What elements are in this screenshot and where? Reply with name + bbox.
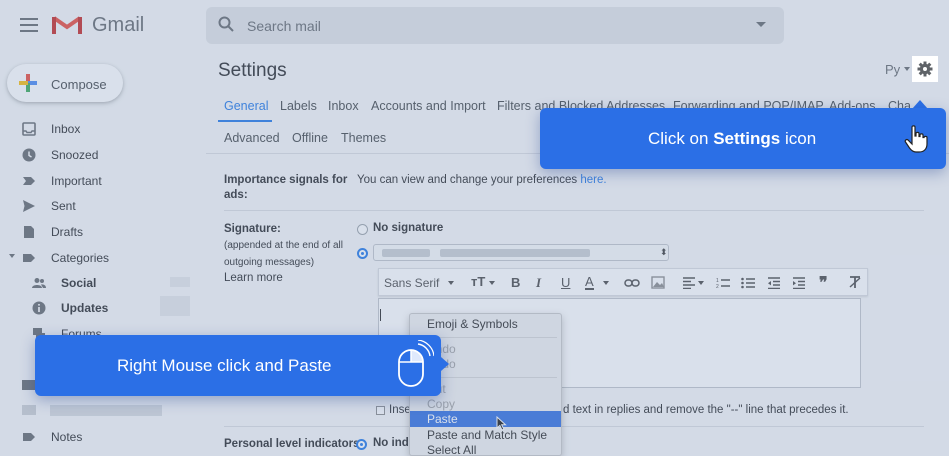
settings-callout-text: Click on Settings icon: [648, 129, 816, 149]
hand-pointer-icon: [904, 125, 928, 156]
mouse-right-click-icon: [394, 339, 435, 393]
callout-text-part: Click on: [648, 129, 714, 148]
callout-pointer: [441, 357, 449, 371]
callout-text-bold: Settings: [713, 129, 781, 148]
callout-text-part: icon: [780, 129, 817, 148]
settings-gear-spotlight[interactable]: [912, 56, 938, 82]
gear-icon[interactable]: [912, 56, 938, 82]
paste-callout-text: Right Mouse click and Paste: [117, 356, 332, 375]
